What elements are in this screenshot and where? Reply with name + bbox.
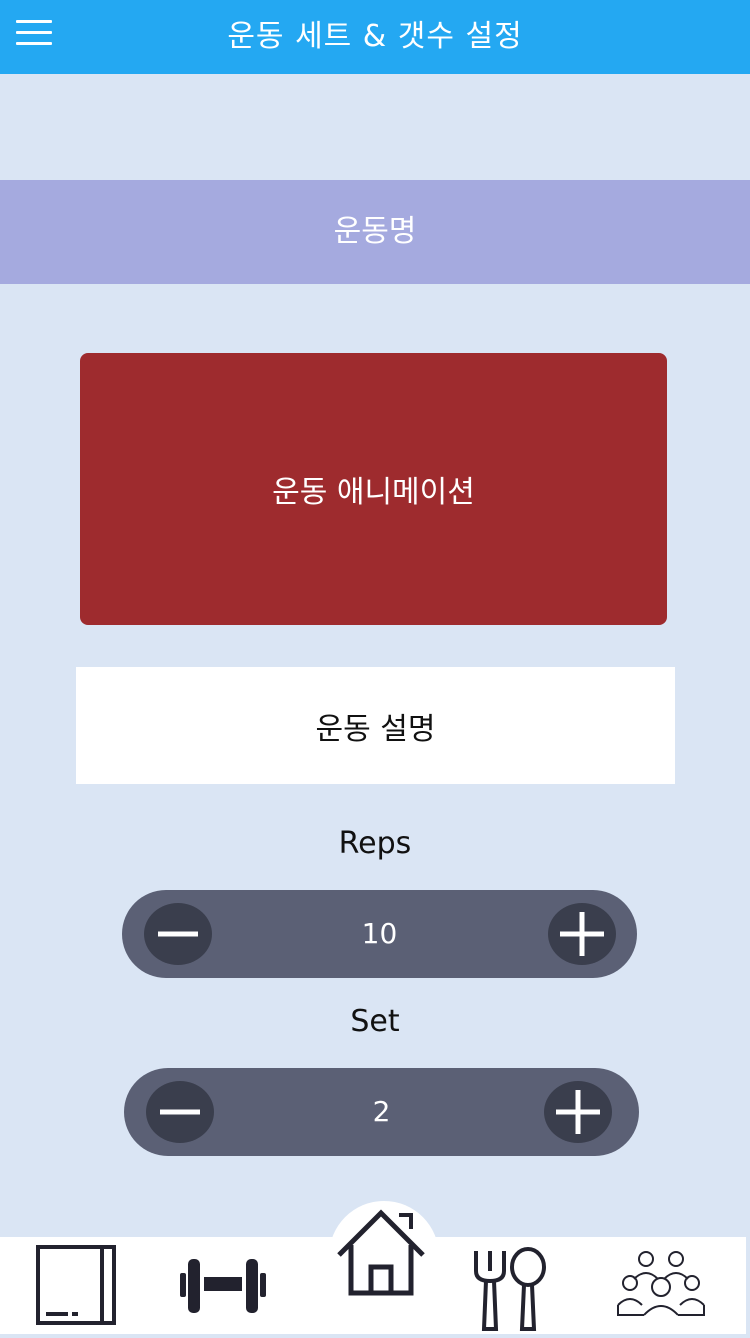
nav-item-notebook[interactable] [30,1237,122,1334]
community-icon [617,1251,705,1316]
exercise-name: 운동명 [0,180,750,284]
set-decrement-button[interactable] [146,1081,214,1143]
nav-item-community[interactable] [612,1237,710,1334]
nav-item-diet[interactable] [468,1237,552,1334]
nav-item-home[interactable] [329,1201,439,1311]
reps-decrement-button[interactable] [144,903,212,965]
dumbbell-icon [180,1259,266,1313]
fork-spoon-icon [474,1247,546,1331]
set-stepper: 2 [124,1068,639,1156]
reps-increment-button[interactable] [548,903,616,965]
reps-label: Reps [338,826,412,861]
set-increment-button[interactable] [544,1081,612,1143]
exercise-description: 운동 설명 [76,667,675,784]
page-title: 운동 세트 & 갯수 설정 [227,19,523,54]
app-bar: 운동 세트 & 갯수 설정 [0,0,750,74]
reps-stepper: 10 [122,890,637,978]
plus-icon [560,912,604,956]
exercise-description-text: 운동 설명 [315,711,436,747]
set-label: Set [350,1004,400,1039]
notebook-icon [36,1245,116,1325]
home-icon [337,1209,425,1296]
plus-icon [556,1090,600,1134]
minus-icon [160,1109,200,1115]
nav-item-workout[interactable] [176,1237,280,1334]
minus-icon [158,931,198,937]
exercise-animation: 운동 애니메이션 [80,353,667,625]
exercise-animation-label: 운동 애니메이션 [272,475,475,510]
